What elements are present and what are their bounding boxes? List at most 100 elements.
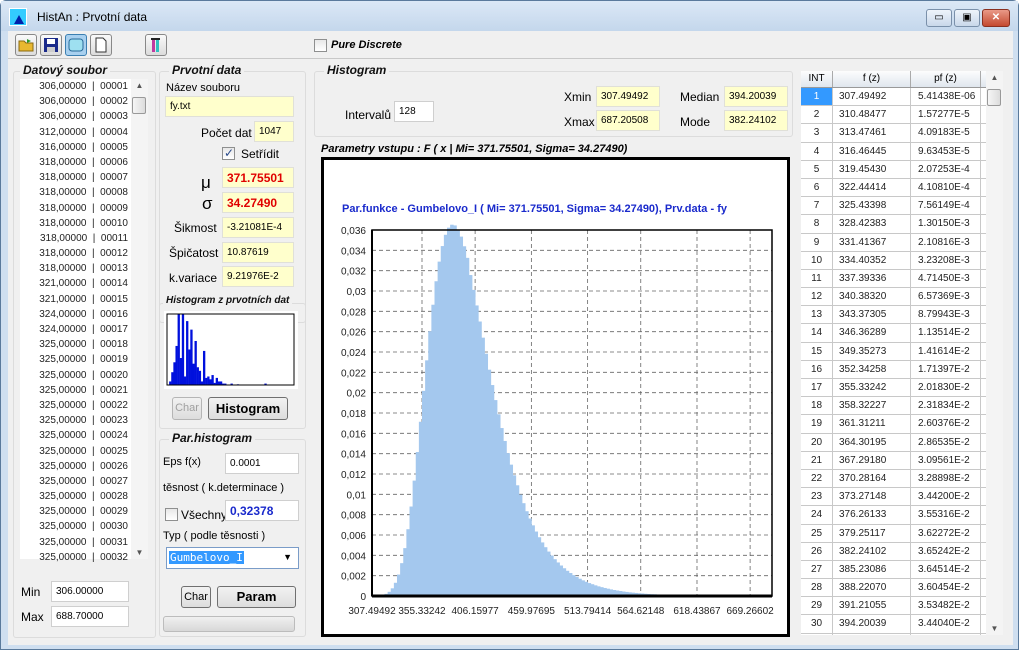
cell-pfz[interactable]: 8.79943E-3 [911,306,981,324]
cell-int[interactable]: 25 [801,524,833,542]
cell-fz[interactable]: 370.28164 [833,469,911,488]
cell-pfz[interactable]: 3.60454E-2 [911,579,981,597]
data-list-item[interactable]: 318,00000 | 00009 [20,201,148,216]
cell-pfz[interactable]: 1.13514E-2 [911,324,981,342]
cell-fz[interactable]: 373.27148 [833,488,911,506]
cell-fz[interactable]: 310.48477 [833,106,911,124]
cell-pfz[interactable]: 3.55316E-2 [911,506,981,524]
cell-int[interactable]: 15 [801,342,833,360]
table-row[interactable]: 19 361.31211 2.60376E-2 [801,415,999,434]
cell-pfz[interactable]: 7.56149E-4 [911,197,981,215]
cell-pfz[interactable]: 3.09561E-2 [911,451,981,469]
table-row[interactable]: 21 367.29180 3.09561E-2 [801,451,999,470]
sort-checkbox[interactable] [222,146,235,160]
data-list-item[interactable]: 325,00000 | 00032 [20,550,148,565]
cell-fz[interactable]: 382.24102 [833,542,911,560]
cell-int[interactable]: 18 [801,397,833,415]
data-list-item[interactable]: 325,00000 | 00025 [20,444,148,459]
histogram-button[interactable]: Histogram [208,397,288,420]
data-list-item[interactable]: 316,00000 | 00005 [20,140,148,155]
cell-int[interactable]: 21 [801,451,833,469]
data-list-item[interactable]: 325,00000 | 00020 [20,368,148,383]
cell-fz[interactable]: 388.22070 [833,579,911,597]
table-row[interactable]: 27 385.23086 3.64514E-2 [801,560,999,580]
cell-int[interactable]: 9 [801,233,833,251]
table-row[interactable]: 24 376.26133 3.55316E-2 [801,506,999,525]
cell-pfz[interactable]: 2.31834E-2 [911,397,981,415]
table-row[interactable]: 29 391.21055 3.53482E-2 [801,597,999,616]
cell-pfz[interactable]: 3.65242E-2 [911,542,981,560]
cell-int[interactable]: 10 [801,251,833,269]
cell-int[interactable]: 12 [801,288,833,306]
data-list-item[interactable]: 318,00000 | 00006 [20,155,148,170]
data-list-item[interactable]: 325,00000 | 00022 [20,398,148,413]
data-list-item[interactable]: 312,00000 | 00004 [20,125,148,140]
cell-int[interactable]: 20 [801,433,833,451]
table-row[interactable]: 25 379.25117 3.62272E-2 [801,524,999,543]
table-row[interactable]: 10 334.40352 3.23208E-3 [801,251,999,270]
new-document-icon[interactable] [90,34,112,56]
cell-int[interactable]: 23 [801,488,833,506]
cell-fz[interactable]: 325.43398 [833,197,911,215]
cell-int[interactable]: 4 [801,142,833,160]
cell-fz[interactable]: 334.40352 [833,251,911,269]
cell-int[interactable]: 16 [801,360,833,378]
table-row[interactable]: 16 352.34258 1.71397E-2 [801,360,999,379]
char-button-primary[interactable]: Char [172,397,202,420]
data-list-item[interactable]: 306,00000 | 00001 [20,79,148,94]
chevron-down-icon[interactable]: ▼ [283,552,292,562]
cell-pfz[interactable]: 4.09183E-5 [911,124,981,142]
cell-pfz[interactable]: 1.41614E-2 [911,342,981,360]
cell-pfz[interactable]: 2.86535E-2 [911,433,981,451]
data-list-item[interactable]: 325,00000 | 00027 [20,474,148,489]
table-row[interactable]: 4 316.46445 9.63453E-5 [801,142,999,161]
scroll-thumb[interactable] [132,97,146,114]
cell-int[interactable]: 17 [801,379,833,397]
cell-pfz[interactable]: 2.60376E-2 [911,415,981,433]
cell-int[interactable]: 24 [801,506,833,524]
cell-fz[interactable]: 385.23086 [833,560,911,579]
cell-pfz[interactable]: 3.64514E-2 [911,560,981,579]
cell-int[interactable]: 19 [801,415,833,433]
filename-field[interactable]: fy.txt [165,96,294,117]
data-list-item[interactable]: 318,00000 | 00013 [20,261,148,276]
header-pfz[interactable]: pf (z) [911,71,981,87]
data-list-item[interactable]: 325,00000 | 00018 [20,337,148,352]
cell-int[interactable]: 1 [801,88,833,106]
cell-fz[interactable]: 343.37305 [833,306,911,324]
cell-fz[interactable]: 328.42383 [833,215,911,233]
cell-pfz[interactable]: 2.10816E-3 [911,233,981,251]
cell-fz[interactable]: 379.25117 [833,524,911,542]
data-list-item[interactable]: 325,00000 | 00023 [20,413,148,428]
data-list-item[interactable]: 325,00000 | 00029 [20,504,148,519]
data-list-item[interactable]: 318,00000 | 00011 [20,231,148,246]
table-row[interactable]: 14 346.36289 1.13514E-2 [801,324,999,343]
cell-fz[interactable]: 337.39336 [833,269,911,288]
cell-fz[interactable]: 352.34258 [833,360,911,378]
table-row[interactable]: 2 310.48477 1.57277E-5 [801,106,999,125]
table-scroll-thumb[interactable] [987,89,1001,106]
data-list[interactable]: 306,00000 | 00001 306,00000 | 00002 306,00… [20,79,148,563]
cell-int[interactable]: 31 [801,633,833,635]
cell-int[interactable]: 14 [801,324,833,342]
table-row[interactable]: 12 340.38320 6.57369E-3 [801,288,999,307]
cell-fz[interactable]: 364.30195 [833,433,911,451]
cell-int[interactable]: 13 [801,306,833,324]
header-fz[interactable]: f (z) [833,71,911,87]
eps-field[interactable]: 0.0001 [225,453,299,474]
data-list-item[interactable]: 325,00000 | 00030 [20,519,148,534]
table-row[interactable]: 3 313.47461 4.09183E-5 [801,124,999,143]
data-list-item[interactable]: 325,00000 | 00026 [20,459,148,474]
cell-fz[interactable]: 355.33242 [833,379,911,397]
scroll-up-icon[interactable]: ▲ [131,81,148,90]
cell-int[interactable]: 5 [801,160,833,178]
cell-fz[interactable]: 346.36289 [833,324,911,342]
table-row[interactable]: 9 331.41367 2.10816E-3 [801,233,999,252]
table-row[interactable]: 7 325.43398 7.56149E-4 [801,197,999,216]
cell-fz[interactable]: 316.46445 [833,142,911,160]
max-field[interactable]: 688.70000 [51,606,129,627]
cell-pfz[interactable]: 4.10810E-4 [911,178,981,197]
cell-int[interactable]: 30 [801,615,833,633]
cell-fz[interactable]: 397.19023 [833,633,911,635]
table-row[interactable]: 13 343.37305 8.79943E-3 [801,306,999,325]
